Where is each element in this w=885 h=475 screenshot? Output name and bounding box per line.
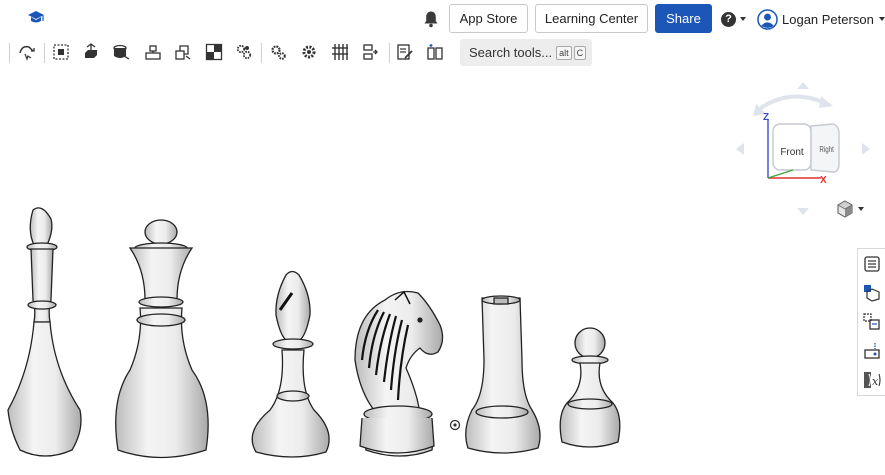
sweep-tool-icon[interactable]: [144, 43, 162, 61]
queen-piece[interactable]: [115, 219, 209, 459]
share-button[interactable]: Share: [655, 4, 712, 33]
learning-cap-icon[interactable]: [27, 10, 45, 26]
toolbar-separator: [44, 43, 45, 63]
shell-tool-icon[interactable]: [205, 43, 223, 61]
select-box-tool-icon[interactable]: [52, 43, 70, 61]
svg-text:x: x: [872, 375, 879, 388]
render-mode-menu[interactable]: [836, 200, 870, 218]
feature-toolbar: [0, 37, 885, 69]
pattern-tool-icon[interactable]: [235, 43, 253, 61]
help-icon: ?: [721, 11, 736, 27]
king-piece[interactable]: [7, 207, 82, 457]
insert-part-tool-icon[interactable]: [426, 43, 444, 61]
user-avatar-icon: [757, 8, 778, 30]
chevron-down-icon: [858, 207, 864, 211]
chevron-down-icon: [878, 17, 885, 21]
shortcut-key-c: C: [573, 45, 587, 60]
loft-tool-icon[interactable]: [174, 43, 192, 61]
axis-y-line: [767, 169, 794, 179]
cube-right-label: Right: [819, 145, 834, 154]
replace-face-tool-icon[interactable]: [361, 43, 379, 61]
sketch-curve-tool-icon[interactable]: [18, 43, 36, 61]
extrude-tool-icon[interactable]: [82, 43, 100, 61]
drawing-tool-icon[interactable]: [396, 43, 414, 61]
measure-panel-icon[interactable]: [863, 342, 881, 360]
frame-tool-icon[interactable]: [331, 43, 349, 61]
toolbar-separator: [261, 43, 262, 63]
pawn-piece[interactable]: [559, 327, 621, 448]
learning-center-button[interactable]: Learning Center: [535, 4, 648, 33]
top-bar: App Store Learning Center Share ? Logan …: [0, 0, 885, 36]
search-tools-label: Search tools...: [469, 45, 553, 60]
view-right-arrow-icon[interactable]: [862, 143, 870, 155]
shortcut-key-alt: alt: [556, 45, 572, 60]
chess-set-model[interactable]: [0, 200, 640, 470]
axis-z-label: Z: [763, 112, 769, 123]
view-left-arrow-icon[interactable]: [736, 143, 744, 155]
help-menu[interactable]: ?: [721, 10, 746, 28]
gear-icon[interactable]: [300, 43, 318, 61]
appearance-panel-icon[interactable]: [863, 284, 881, 302]
bishop-piece[interactable]: [251, 270, 330, 458]
toolbar-separator: [9, 43, 10, 63]
revolve-tool-icon[interactable]: [112, 43, 130, 61]
origin-point-icon: [449, 419, 461, 431]
search-tools-button[interactable]: Search tools... alt C: [460, 39, 592, 66]
notifications-bell-icon[interactable]: [423, 10, 439, 28]
toolbar-separator: [389, 43, 390, 63]
view-up-arrow-icon[interactable]: [797, 82, 809, 89]
app-store-button[interactable]: App Store: [449, 4, 528, 33]
cube-front-label: Front: [780, 147, 804, 158]
variables-panel-icon[interactable]: x: [863, 371, 881, 389]
right-panel-toolbar: x: [857, 248, 885, 396]
mass-properties-panel-icon[interactable]: [863, 313, 881, 331]
rotate-up-arrow-icon[interactable]: [756, 94, 824, 112]
configurations-panel-icon[interactable]: [863, 255, 881, 273]
view-down-arrow-icon[interactable]: [797, 208, 809, 215]
rook-piece[interactable]: [465, 295, 541, 454]
user-menu[interactable]: Logan Peterson: [757, 8, 885, 30]
user-name: Logan Peterson: [782, 11, 874, 27]
shaded-cube-icon: [837, 200, 853, 218]
chevron-down-icon: [740, 17, 746, 21]
rotate-up-arrowhead-icon: [819, 96, 833, 108]
axis-x-label: X: [820, 175, 827, 186]
mate-connector-tool-icon[interactable]: [269, 43, 287, 61]
view-cube[interactable]: Front Right Z X: [733, 80, 873, 220]
knight-piece[interactable]: [354, 290, 444, 457]
